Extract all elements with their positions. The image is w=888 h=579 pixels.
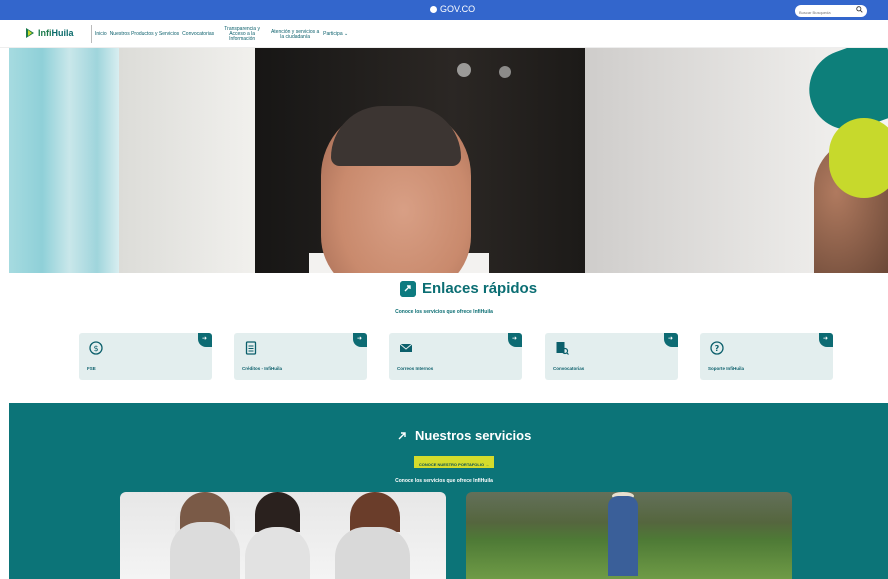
services-heading: Nuestros servicios bbox=[395, 428, 531, 443]
quick-links-heading: Enlaces rápidos bbox=[400, 280, 537, 297]
link-icon bbox=[400, 280, 416, 297]
infihuila-leaf-icon bbox=[26, 28, 34, 38]
document-search-icon bbox=[556, 342, 569, 355]
nav-item-participa[interactable]: Participa ⌄ bbox=[323, 32, 348, 37]
question-circle-icon: ? bbox=[710, 341, 724, 355]
gov-co-label: GOV.CO bbox=[440, 4, 476, 14]
arrow-right-icon: ➜ bbox=[664, 333, 678, 347]
quick-link-label: Soporte InfiHuila bbox=[708, 366, 744, 371]
quick-link-convocatorias[interactable]: ➜ Convocatorias bbox=[545, 333, 678, 380]
arrow-right-icon: ➜ bbox=[508, 333, 522, 347]
arrow-right-icon: ➜ bbox=[353, 333, 367, 347]
nav-item-productos[interactable]: Nuestros Productos y Servicios bbox=[110, 32, 179, 37]
quick-links-subtitle: Conoce los servicios que ofrece InfiHuil… bbox=[395, 309, 493, 315]
infihuila-logo[interactable]: InfiHuila bbox=[25, 27, 74, 39]
quick-link-label: Correos Internos bbox=[397, 366, 434, 371]
nav-divider bbox=[91, 25, 92, 43]
gov-shield-icon bbox=[430, 5, 437, 13]
brand-name: InfiHuila bbox=[38, 28, 74, 38]
service-card-image-team[interactable] bbox=[120, 492, 446, 579]
quick-link-correos[interactable]: ➜ Correos Internos bbox=[389, 333, 522, 380]
services-subtitle: Conoce los servicios que ofrece InfiHuil… bbox=[395, 478, 493, 484]
arrow-right-icon: ➜ bbox=[198, 333, 212, 347]
nav-item-transparencia[interactable]: Transparencia y Acceso a la Información bbox=[217, 27, 267, 42]
nav-links: Inicio Nuestros Productos y Servicios Co… bbox=[95, 27, 348, 42]
svg-text:?: ? bbox=[715, 344, 720, 353]
quick-links-title: Enlaces rápidos bbox=[422, 280, 538, 297]
nav-item-convocatorias[interactable]: Convocatorias bbox=[182, 32, 214, 37]
gov-co-logo[interactable]: GOV.CO bbox=[430, 4, 475, 14]
quick-link-label: Convocatorias bbox=[553, 366, 585, 371]
nav-item-inicio[interactable]: Inicio bbox=[95, 32, 107, 37]
portfolio-button[interactable]: CONOCE NUESTRO PORTAFOLIO → bbox=[414, 456, 494, 468]
chevron-down-icon: ⌄ bbox=[343, 31, 349, 37]
nav-item-atencion[interactable]: Atención y servicios a la ciudadanía bbox=[270, 29, 320, 40]
arrow-right-icon: ➜ bbox=[819, 333, 833, 347]
services-title: Nuestros servicios bbox=[415, 428, 532, 443]
dollar-circle-icon: $ bbox=[89, 341, 103, 355]
gov-bar: GOV.CO bbox=[0, 0, 888, 20]
hero-banner-image bbox=[9, 48, 888, 273]
service-card-image-farmer[interactable] bbox=[466, 492, 792, 579]
quick-link-label: Créditos - InfiHuila bbox=[242, 366, 283, 371]
quick-link-fse[interactable]: ➜ $ FSE bbox=[79, 333, 212, 380]
document-icon bbox=[245, 341, 257, 355]
quick-link-label: FSE bbox=[87, 366, 96, 371]
quick-link-soporte[interactable]: ➜ ? Soporte InfiHuila bbox=[700, 333, 833, 380]
quick-link-creditos[interactable]: ➜ Créditos - InfiHuila bbox=[234, 333, 367, 380]
main-navbar: InfiHuila Inicio Nuestros Productos y Se… bbox=[0, 20, 888, 48]
search-icon[interactable] bbox=[856, 6, 863, 13]
link-icon bbox=[398, 431, 406, 439]
envelope-icon bbox=[399, 343, 413, 352]
svg-text:$: $ bbox=[93, 344, 98, 353]
